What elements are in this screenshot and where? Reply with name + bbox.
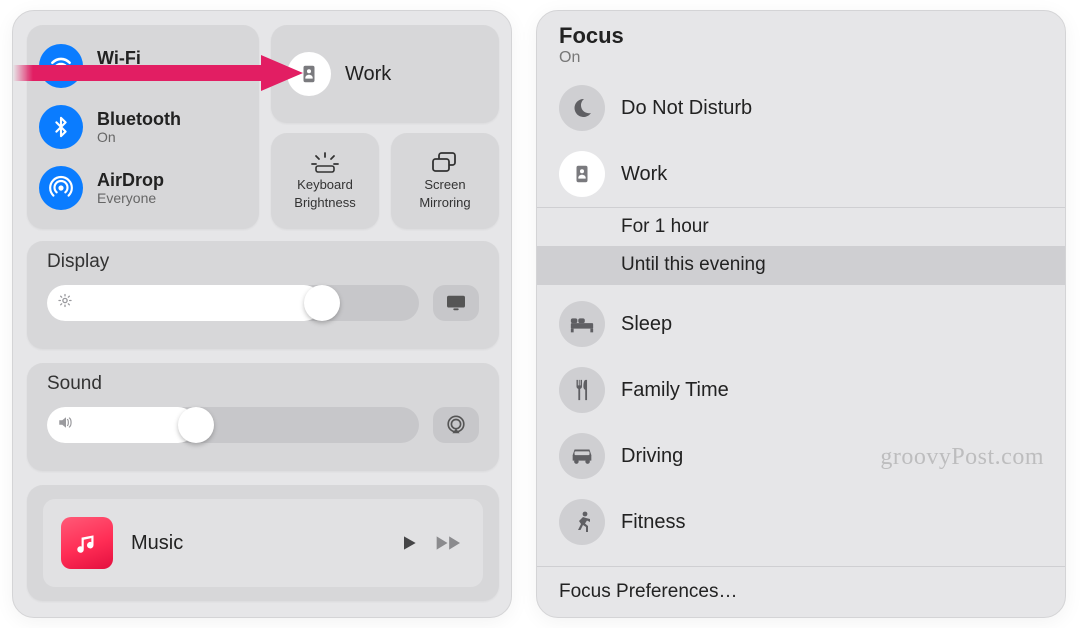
play-button[interactable] (399, 532, 419, 554)
focus-mode-label: Driving (621, 445, 683, 468)
focus-preferences-link[interactable]: Focus Preferences… (537, 566, 1065, 617)
airdrop-title: AirDrop (97, 170, 164, 191)
next-track-button[interactable] (435, 532, 465, 554)
car-icon (559, 433, 605, 479)
focus-mode-work[interactable]: Work (537, 141, 1065, 207)
brightness-low-icon (57, 293, 73, 314)
sound-volume-slider[interactable] (47, 407, 419, 443)
focus-mode-sleep[interactable]: Sleep (537, 291, 1065, 357)
keyboard-brightness-icon (310, 152, 340, 174)
airdrop-toggle[interactable]: AirDrop Everyone (39, 166, 247, 210)
display-title: Display (47, 251, 479, 273)
sound-title: Sound (47, 373, 479, 395)
volume-low-icon (57, 415, 75, 436)
control-center-panel: Wi-Fi lion-luma Bluetooth On (12, 10, 512, 618)
airplay-audio-icon (445, 414, 467, 436)
focus-work-icon (287, 52, 331, 96)
focus-mode-label: Do Not Disturb (621, 97, 752, 120)
keyboard-brightness-label-1: Keyboard (297, 178, 353, 192)
focus-header: Focus On (537, 11, 1065, 69)
now-playing-title: Music (131, 532, 381, 555)
airdrop-subtitle: Everyone (97, 190, 164, 206)
display-icon (445, 294, 467, 312)
display-module: Display (27, 241, 499, 349)
wifi-subtitle: lion-luma (97, 68, 154, 84)
fork-knife-icon (559, 367, 605, 413)
running-icon (559, 499, 605, 545)
focus-mode-label: Fitness (621, 511, 685, 534)
bluetooth-subtitle: On (97, 129, 181, 145)
connectivity-module: Wi-Fi lion-luma Bluetooth On (27, 25, 259, 229)
badge-icon (559, 151, 605, 197)
sound-output-button[interactable] (433, 407, 479, 443)
focus-mode-label: Sleep (621, 313, 672, 336)
display-brightness-slider[interactable] (47, 285, 419, 321)
bluetooth-toggle[interactable]: Bluetooth On (39, 105, 247, 149)
screen-mirroring-icon (430, 152, 460, 174)
screen-mirroring-label-2: Mirroring (419, 196, 470, 210)
focus-title: Focus (559, 23, 1043, 49)
bluetooth-text: Bluetooth On (97, 109, 181, 145)
moon-icon (559, 85, 605, 131)
screen-mirroring-label-1: Screen (424, 178, 465, 192)
keyboard-brightness-label-2: Brightness (294, 196, 355, 210)
wifi-title: Wi-Fi (97, 48, 154, 69)
wifi-text: Wi-Fi lion-luma (97, 48, 154, 84)
bluetooth-icon (39, 105, 83, 149)
airdrop-icon (39, 166, 83, 210)
bed-icon (559, 301, 605, 347)
sound-module: Sound (27, 363, 499, 471)
focus-tile-label: Work (345, 63, 391, 86)
focus-mode-label: Family Time (621, 379, 729, 402)
wifi-icon (39, 44, 83, 88)
focus-subtitle: On (559, 49, 1043, 67)
screen-mirroring-tile[interactable]: Screen Mirroring (391, 133, 499, 229)
focus-mode-family-time[interactable]: Family Time (537, 357, 1065, 423)
airdrop-text: AirDrop Everyone (97, 170, 164, 206)
music-app-icon (61, 517, 113, 569)
now-playing-row[interactable]: Music (43, 499, 483, 587)
focus-option-one-hour[interactable]: For 1 hour (537, 208, 1065, 246)
focus-mode-label: Work (621, 163, 667, 186)
keyboard-brightness-tile[interactable]: Keyboard Brightness (271, 133, 379, 229)
focus-popover: Focus On Do Not Disturb Work For 1 (536, 10, 1066, 618)
bluetooth-title: Bluetooth (97, 109, 181, 130)
focus-work-duration-options: For 1 hour Until this evening (537, 207, 1065, 285)
display-options-button[interactable] (433, 285, 479, 321)
focus-mode-driving[interactable]: Driving (537, 423, 1065, 489)
focus-mode-fitness[interactable]: Fitness (537, 489, 1065, 555)
focus-tile[interactable]: Work (271, 25, 499, 123)
focus-modes-list: Do Not Disturb Work For 1 hour Until thi… (537, 69, 1065, 566)
focus-mode-do-not-disturb[interactable]: Do Not Disturb (537, 75, 1065, 141)
focus-option-until-evening[interactable]: Until this evening (537, 246, 1065, 284)
wifi-toggle[interactable]: Wi-Fi lion-luma (39, 44, 247, 88)
now-playing-module: Music (27, 485, 499, 601)
